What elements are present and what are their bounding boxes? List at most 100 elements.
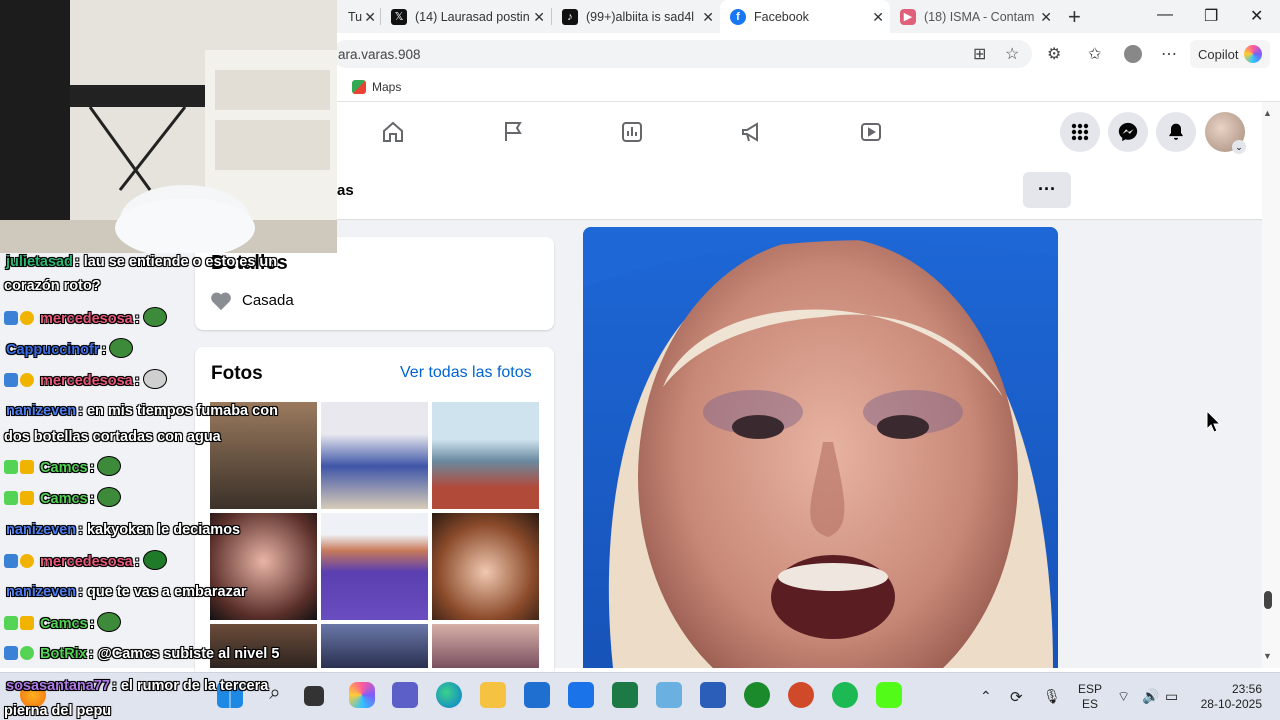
excel-icon[interactable]	[612, 682, 638, 708]
page-scrollbar[interactable]	[1262, 102, 1280, 668]
copilot-app-icon[interactable]	[349, 682, 375, 708]
chat-username: julietasad	[6, 254, 73, 270]
close-icon[interactable]: ✕	[702, 9, 714, 26]
profile-more-button[interactable]: ···	[1023, 172, 1071, 208]
chat-text: lau se entiende o esto es un	[83, 254, 278, 270]
minimize-icon[interactable]: —	[1157, 6, 1173, 24]
window-close-icon[interactable]: ✕	[1250, 6, 1263, 26]
microphone-icon[interactable]: 🎙	[1043, 688, 1061, 705]
language-indicator[interactable]: ESP ES	[1078, 682, 1102, 712]
split-screen-icon[interactable]: ⊞	[973, 44, 986, 64]
tab-twitter[interactable]: 𝕏 (14) Laurasad postin ✕	[381, 0, 551, 33]
close-icon[interactable]: ✕	[1040, 9, 1052, 26]
moderator-badge-icon	[4, 373, 18, 387]
photo-thumbnail[interactable]	[432, 513, 539, 620]
notifications-button[interactable]	[1156, 112, 1196, 152]
main-post-photo[interactable]	[583, 227, 1058, 668]
coin-badge-icon	[20, 311, 34, 325]
photo-thumbnail[interactable]	[321, 513, 428, 620]
photo-thumbnail[interactable]	[321, 402, 428, 509]
dashboard-icon[interactable]	[620, 120, 644, 144]
webcam-overlay	[0, 0, 337, 253]
chat-sep: :	[78, 403, 87, 419]
video-icon[interactable]	[859, 120, 883, 144]
chat-sep: :	[89, 616, 99, 632]
chat-username: sosasantana77	[6, 678, 110, 694]
pepe-emote-icon	[98, 613, 121, 631]
photos-app-icon[interactable]	[656, 682, 682, 708]
mail-icon[interactable]	[568, 682, 594, 708]
sync-icon[interactable]: ⟳	[1010, 688, 1023, 706]
chat-message: dos botellas cortadas con agua	[4, 427, 221, 447]
photo-thumbnail[interactable]	[432, 402, 539, 509]
file-explorer-icon[interactable]	[480, 682, 506, 708]
powerpoint-icon[interactable]	[788, 682, 814, 708]
spotify-icon[interactable]	[832, 682, 858, 708]
scrollbar-thumb[interactable]	[1264, 591, 1272, 609]
word-icon[interactable]	[700, 682, 726, 708]
edge-icon[interactable]	[436, 682, 462, 708]
tab-tiktok[interactable]: ♪ (99+)albiita is sad4l ✕	[552, 0, 720, 33]
favorite-star-icon[interactable]: ☆	[1005, 44, 1019, 64]
chat-username: Camcs	[40, 460, 88, 476]
new-tab-button[interactable]: +	[1068, 4, 1081, 30]
favorite-label: Maps	[372, 80, 402, 94]
xbox-icon[interactable]	[744, 682, 770, 708]
tab-label: (18) ISMA - Contam	[924, 9, 1035, 24]
tray-chevron-icon[interactable]: ⌃	[980, 688, 992, 705]
close-icon[interactable]: ✕	[364, 9, 376, 26]
copilot-button[interactable]: Copilot	[1190, 40, 1271, 68]
chat-username: mercedesosa	[40, 554, 133, 570]
pages-flag-icon[interactable]	[501, 120, 525, 144]
chat-sep: :	[134, 311, 144, 327]
chat-text: dos botellas cortadas con agua	[4, 429, 221, 445]
home-icon[interactable]	[381, 120, 405, 144]
relationship-status: Casada	[242, 292, 294, 309]
profile-icon[interactable]	[1124, 45, 1142, 63]
favorite-maps[interactable]: Maps	[352, 80, 401, 94]
chat-text: corazón roto?	[4, 278, 101, 294]
close-icon[interactable]: ✕	[872, 9, 884, 26]
battery-icon[interactable]: ▭	[1165, 688, 1178, 705]
photos-title[interactable]: Fotos	[211, 363, 263, 385]
kick-icon[interactable]	[876, 682, 902, 708]
chat-message: Camcs:	[4, 488, 121, 509]
pepe-emote-icon	[143, 308, 166, 326]
restore-icon[interactable]: ❐	[1204, 6, 1218, 26]
megaphone-icon[interactable]	[740, 120, 764, 144]
more-menu-icon[interactable]: ⋯	[1161, 44, 1177, 64]
messenger-button[interactable]	[1108, 112, 1148, 152]
see-all-photos-link[interactable]: Ver todas las fotos	[400, 364, 532, 382]
task-view-icon[interactable]	[304, 686, 324, 706]
chat-username: nanizeven	[6, 584, 77, 600]
chat-text: pierna del pepu	[4, 703, 112, 719]
tab-facebook[interactable]: f Facebook ✕	[720, 0, 890, 33]
scroll-up-arrow-icon[interactable]: ▲	[1263, 108, 1272, 118]
chevron-down-icon[interactable]: ⌄	[1232, 140, 1246, 154]
photo-thumbnail[interactable]	[321, 624, 428, 668]
bell-icon	[1169, 123, 1183, 140]
store-icon[interactable]	[524, 682, 550, 708]
wifi-icon[interactable]: ⌔	[1117, 688, 1130, 706]
tab-youtube[interactable]: ▶ (18) ISMA - Contam ✕	[890, 0, 1058, 33]
mouse-cursor-icon	[1206, 410, 1222, 433]
facebook-icon: f	[730, 8, 746, 25]
chat-message: Camcs:	[4, 457, 121, 478]
url-field[interactable]	[332, 40, 1032, 68]
chat-sep: :	[78, 584, 87, 600]
extensions-icon[interactable]: ⚙	[1047, 44, 1061, 64]
volume-icon[interactable]: 🔊	[1142, 688, 1159, 705]
photo-thumbnail[interactable]	[432, 624, 539, 668]
clock[interactable]: 23:56 28-10-2025	[1200, 682, 1262, 712]
close-icon[interactable]: ✕	[533, 9, 545, 26]
chat-message: nanizeven: que te vas a embarazar	[6, 582, 247, 602]
chat-message: Camcs:	[4, 613, 121, 634]
chat-message: mercedesosa:	[4, 308, 166, 329]
copilot-icon	[1244, 45, 1263, 63]
scroll-down-arrow-icon[interactable]: ▼	[1263, 651, 1272, 661]
verified-badge-icon	[20, 646, 34, 660]
url-text[interactable]: ara.varas.908	[338, 47, 421, 62]
menu-grid-button[interactable]	[1060, 112, 1100, 152]
favorites-icon[interactable]: ✩	[1088, 44, 1101, 64]
teams-icon[interactable]	[392, 682, 418, 708]
